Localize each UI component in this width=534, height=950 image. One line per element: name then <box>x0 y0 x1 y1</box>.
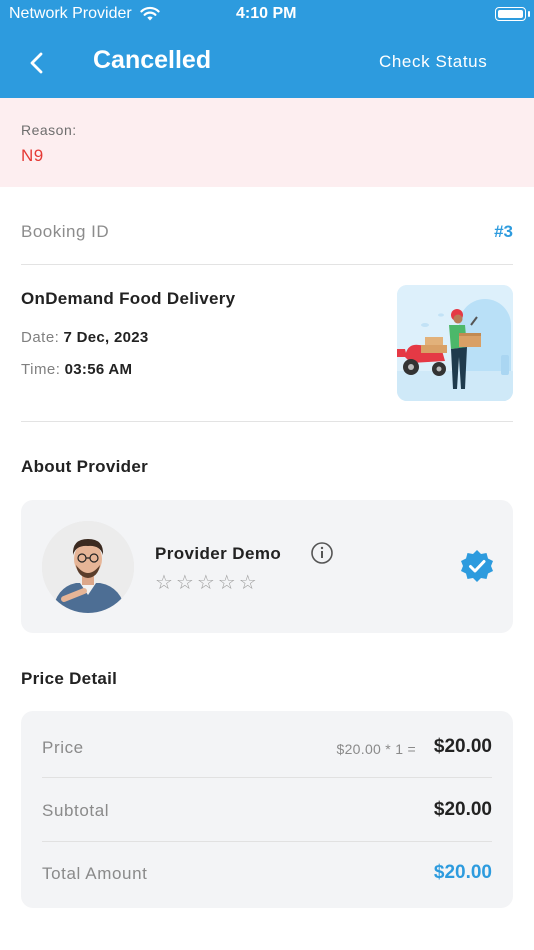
info-icon[interactable] <box>310 541 334 565</box>
status-time: 4:10 PM <box>236 5 297 22</box>
booking-time: Time: 03:56 AM <box>21 361 132 378</box>
divider <box>21 264 513 265</box>
date-value: 7 Dec, 2023 <box>63 329 149 346</box>
about-provider-title: About Provider <box>21 457 148 476</box>
price-row: Price $20.00 * 1 = $20.00 <box>42 736 492 762</box>
divider <box>42 841 492 842</box>
back-arrow-icon[interactable] <box>24 48 52 78</box>
subtotal-row: Subtotal $20.00 <box>42 799 492 825</box>
divider <box>42 777 492 778</box>
date-label: Date: <box>21 329 60 346</box>
price-calculation: $20.00 * 1 = <box>336 741 416 757</box>
price-amount: $20.00 <box>433 736 492 757</box>
subtotal-amount: $20.00 <box>433 799 492 820</box>
divider <box>21 421 513 422</box>
verified-badge-icon <box>461 550 493 582</box>
provider-name: Provider Demo <box>155 544 282 563</box>
wifi-icon <box>140 6 160 21</box>
time-value: 03:56 AM <box>64 361 133 378</box>
subtotal-label: Subtotal <box>42 801 110 820</box>
reason-value: N9 <box>21 146 44 165</box>
provider-avatar <box>42 521 134 613</box>
service-name: OnDemand Food Delivery <box>21 289 236 308</box>
price-card: Price $20.00 * 1 = $20.00 Subtotal $20.0… <box>21 711 513 908</box>
total-row: Total Amount $20.00 <box>42 862 492 888</box>
provider-card[interactable]: Provider Demo ☆☆☆☆☆ <box>21 500 513 633</box>
app-bar: Network Provider 4:10 PM Cancelled Check… <box>0 0 534 98</box>
status-carrier: Network Provider <box>9 5 132 22</box>
booking-id-label: Booking ID <box>21 222 110 241</box>
total-amount-label: Total Amount <box>42 864 148 883</box>
check-status-button[interactable]: Check Status <box>379 52 487 72</box>
reason-label: Reason: <box>21 122 77 138</box>
battery-icon <box>495 7 530 21</box>
booking-date: Date: 7 Dec, 2023 <box>21 329 149 346</box>
food-delivery-illustration <box>397 285 513 401</box>
time-label: Time: <box>21 361 61 378</box>
booking-id-value: #3 <box>494 222 513 241</box>
rating-stars: ☆☆☆☆☆ <box>155 572 260 594</box>
price-detail-title: Price Detail <box>21 669 118 688</box>
page-title: Cancelled <box>93 46 212 74</box>
total-amount-value: $20.00 <box>433 862 492 883</box>
cancellation-reason-banner: Reason: <box>0 98 534 187</box>
price-label: Price <box>42 738 84 757</box>
